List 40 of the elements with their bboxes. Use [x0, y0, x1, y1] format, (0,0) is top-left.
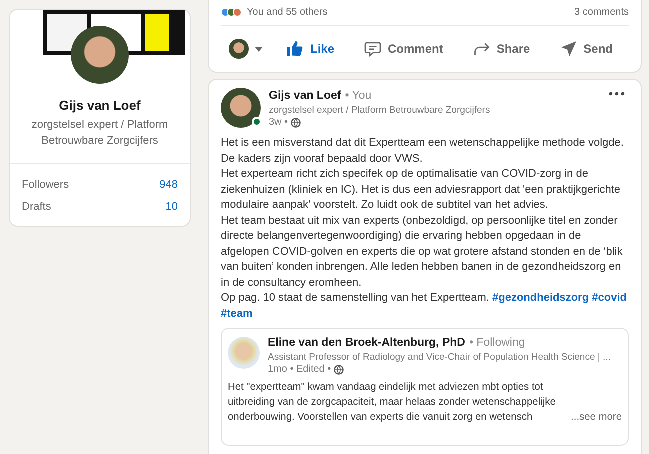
author-relation: • Following	[469, 337, 526, 349]
speech-bubble-icon	[364, 40, 382, 58]
post-text: Het is een misverstand dat dit Expertteam een wetenschappelijke methode volgde. De kaders zijn vooraf bepaald door VWS.	[221, 136, 625, 166]
send-button[interactable]: Send	[554, 34, 619, 64]
thumbs-up-icon	[286, 40, 304, 58]
author-name[interactable]: Gijs van Loef	[269, 90, 342, 102]
post-text: Het team bestaat uit mix van experts (onbezoldigd, op persoonlijke titel en zonder directe belangenvertegenwoordiging) die ervaring hebben opgedaan in de afgelopen COVID-golven en experts die op wat grotere afstand stonden en de ‘blik van buiten’ konden inbrengen. Alle leden hebben banen in de gezondheidszorg en in de consultancy eromheen.	[221, 214, 624, 290]
profile-name[interactable]: Gijs van Loef	[59, 98, 141, 113]
globe-icon	[334, 364, 344, 374]
globe-icon	[291, 118, 302, 128]
hashtag-link[interactable]: #team	[221, 308, 253, 320]
like-button[interactable]: Like	[280, 34, 340, 64]
stat-label: Drafts	[22, 201, 52, 213]
hashtag-link[interactable]: #gezondheidszorg	[492, 292, 590, 304]
avatar-dropdown[interactable]	[229, 39, 263, 59]
post-text: Het experteam richt zich specifek op de optimalisatie van COVID-zorg in de ziekenhuizen (kliniek en IC). Het is dus een adviesrapport dat 'een praktijkgerichte modulaire aanpak' voorstelt. Zo luidt ook de subtitel van het advies.	[221, 167, 622, 213]
more-dots-icon	[609, 92, 625, 96]
see-more-link[interactable]: ...see more	[571, 410, 622, 425]
post-time: 1mo • Edited •	[268, 364, 332, 375]
stat-value[interactable]: 10	[166, 201, 178, 213]
author-name[interactable]: Eline van den Broek-Altenburg, PhD	[268, 337, 466, 349]
hashtag-link[interactable]: #covid	[592, 292, 627, 304]
stat-label: Followers	[22, 179, 70, 191]
shared-post-card[interactable]	[221, 328, 629, 446]
stat-value[interactable]: 948	[160, 179, 178, 191]
shared-post-text: Het "expertteam" kwam vandaag eindelijk met adviezen mbt opties tot uitbreiding van de zorgcapaciteit, maar helaas zonder wetenschappelijke onderbouwing. Voorstellen van experts die vanuit zorg en wetensch	[228, 381, 557, 425]
comment-button[interactable]: Comment	[358, 34, 450, 64]
caret-down-icon	[255, 46, 263, 52]
share-button[interactable]: Share	[466, 34, 536, 64]
author-headline: zorgstelsel expert / Platform Betrouwbare Zorgcijfers	[269, 105, 492, 116]
author-avatar-photo-placeholder[interactable]	[221, 88, 261, 128]
paper-plane-icon	[560, 40, 578, 58]
reaction-icons[interactable]	[221, 8, 239, 17]
post-time: 3w •	[269, 117, 288, 128]
author-relation: • You	[345, 90, 372, 102]
post-text: Op pag. 10 staat de samenstelling van het Expertteam. #gezondheidszorg #covid #team	[221, 291, 628, 322]
comments-count[interactable]: 3 comments	[574, 7, 629, 18]
profile-headline: zorgstelsel expert / Platform Betrouwbare Zorgcijfers	[30, 118, 170, 149]
author-headline: Assistant Professor of Radiology and Vice-Chair of Population Health Science | ...	[268, 352, 612, 363]
reactions-count[interactable]: You and 55 others	[247, 7, 328, 18]
